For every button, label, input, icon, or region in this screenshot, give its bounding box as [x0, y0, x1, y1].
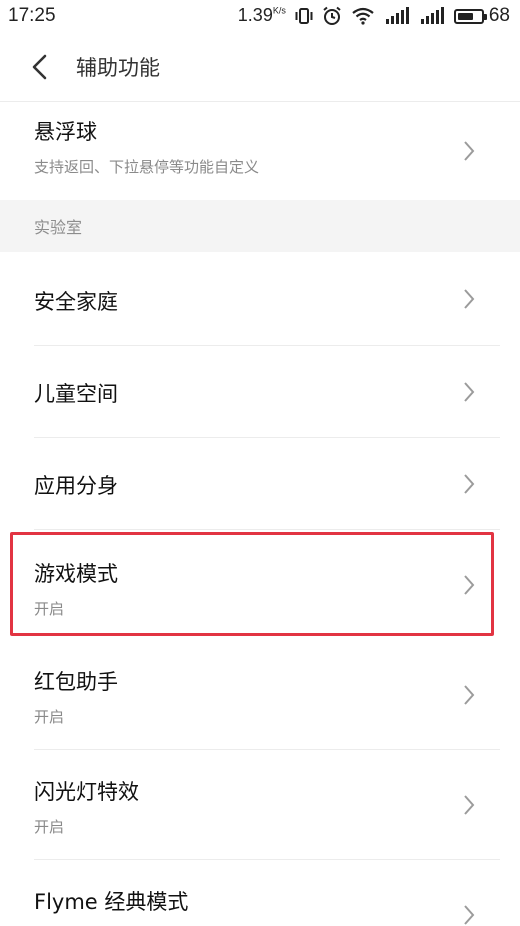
- chevron-right-icon: [464, 289, 475, 309]
- battery-fill: [457, 12, 473, 20]
- battery-icon: [453, 8, 487, 24]
- chevron-right-icon: [464, 382, 475, 402]
- floating-ball-subtitle: 支持返回、下拉悬停等功能自定义: [34, 158, 260, 176]
- back-button[interactable]: [0, 32, 80, 102]
- status-icons: 1.39K/s 68: [238, 5, 510, 27]
- list-item-game-mode[interactable]: 游戏模式 开启: [0, 530, 520, 640]
- chevron-right-icon: [464, 575, 475, 595]
- network-speed-value: 1.39: [237, 5, 273, 25]
- list-item-red-packet-assistant[interactable]: 红包助手 开启: [0, 640, 520, 750]
- page-title: 辅助功能: [76, 55, 160, 80]
- signal-icon: [420, 7, 444, 24]
- list-item-subtitle: 开启: [34, 708, 65, 726]
- list-item-subtitle: 开启: [34, 818, 65, 836]
- list-item-safe-family[interactable]: 安全家庭: [0, 252, 520, 346]
- battery: 68: [453, 5, 510, 27]
- battery-level: 68: [488, 5, 510, 26]
- chevron-right-icon: [464, 474, 475, 494]
- status-bar: 17:25 1.39K/s 68: [0, 0, 520, 32]
- list-item-floating-ball[interactable]: 悬浮球 支持返回、下拉悬停等功能自定义: [0, 102, 520, 200]
- network-speed: 1.39K/s: [238, 5, 286, 27]
- list-item-subtitle: 开启: [34, 600, 65, 618]
- network-speed-unit: K/s: [272, 5, 286, 16]
- list-item-title: 安全家庭: [34, 290, 118, 314]
- signal-4g-icon: [385, 7, 409, 24]
- list-item-title: 儿童空间: [34, 382, 118, 406]
- list-item-title: Flyme 经典模式: [34, 890, 189, 914]
- list-item-app-clone[interactable]: 应用分身: [0, 438, 520, 530]
- status-time: 17:25: [8, 5, 56, 26]
- list-item-title: 闪光灯特效: [34, 780, 139, 804]
- chevron-right-icon: [464, 685, 475, 705]
- nav-bar: 辅助功能: [0, 32, 520, 102]
- list-item-kids-space[interactable]: 儿童空间: [0, 346, 520, 438]
- list-item-title: 应用分身: [34, 474, 118, 498]
- list-item-flash-effect[interactable]: 闪光灯特效 开启: [0, 750, 520, 860]
- floating-ball-title: 悬浮球: [34, 120, 97, 144]
- section-header-lab: 实验室: [0, 200, 520, 252]
- vibrate-icon: [295, 8, 313, 24]
- list-item-flyme-classic-mode[interactable]: Flyme 经典模式: [0, 860, 520, 926]
- list-item-title: 游戏模式: [34, 562, 118, 586]
- alarm-clock-icon: [323, 6, 341, 25]
- chevron-right-icon: [464, 905, 475, 925]
- back-arrow-icon: [32, 54, 47, 79]
- list-item-title: 红包助手: [34, 670, 118, 694]
- chevron-right-icon: [464, 795, 475, 815]
- wifi-icon: [352, 7, 374, 25]
- chevron-right-icon: [464, 141, 475, 161]
